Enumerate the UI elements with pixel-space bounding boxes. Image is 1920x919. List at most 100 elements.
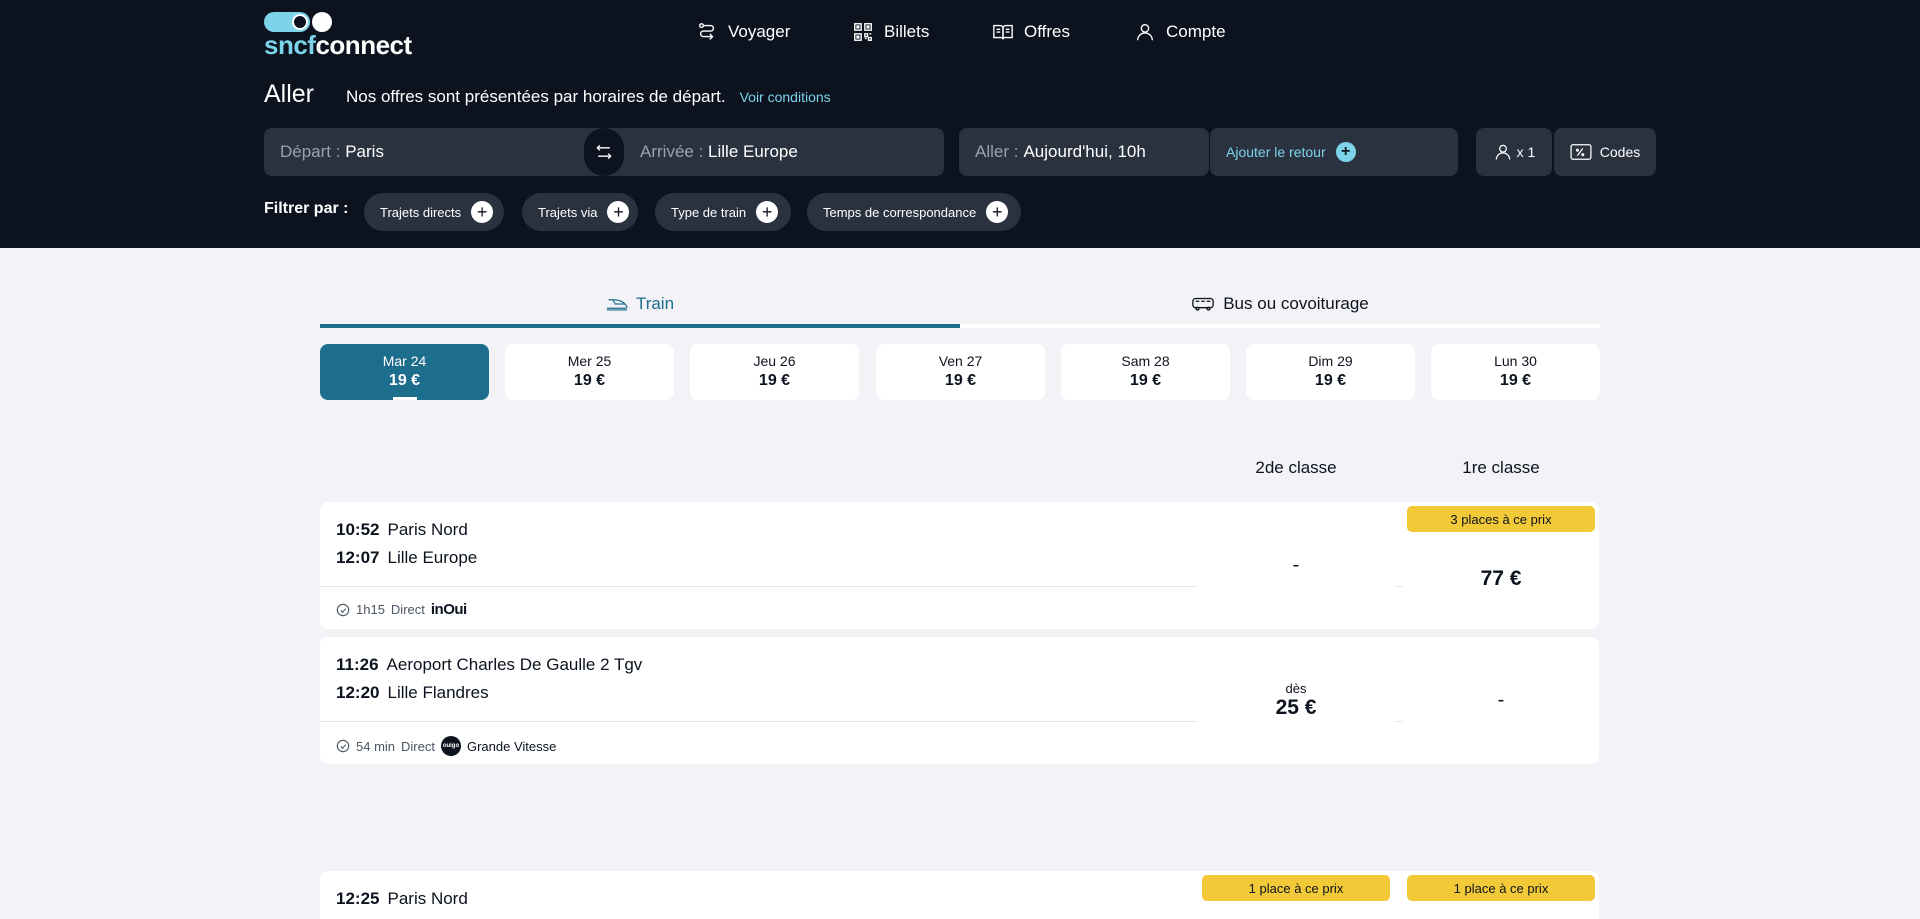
header: sncfconnect Voyager Billets Offres Compt… (0, 0, 1920, 248)
first-class-price-cell[interactable]: 1 place à ce prix (1403, 871, 1599, 919)
arrival-station: Lille Europe (387, 548, 478, 567)
date-price: 19 € (944, 372, 977, 389)
nav-compte-label: Compte (1166, 22, 1226, 41)
date-label: Lun 30 (1494, 353, 1537, 369)
logo-text-sncf: sncf (264, 30, 316, 60)
arrivee-value: Lille Europe (708, 142, 798, 161)
nav-voyager[interactable]: Voyager (696, 18, 790, 46)
route-icon (698, 23, 715, 40)
first-class-price-cell[interactable]: - (1403, 637, 1599, 764)
nav-billets-label: Billets (884, 22, 930, 41)
arrival-station: Lille Flandres (387, 683, 489, 702)
journey-type: Direct (390, 602, 425, 617)
ouigo-logo-icon: ouigo (440, 736, 461, 756)
nav-billets[interactable]: Billets (852, 18, 929, 46)
book-icon (993, 24, 1013, 40)
swap-icon (596, 144, 612, 160)
filter-chip-trajets-via[interactable]: Trajets via + (522, 193, 638, 231)
date-price: 19 € (573, 372, 606, 389)
price: 25 € (1275, 696, 1317, 719)
filter-chip-trajets-directs[interactable]: Trajets directs + (364, 193, 504, 231)
date-card-mar-24[interactable]: Mar 24 19 € (320, 344, 489, 400)
nav-offres-label: Offres (1024, 22, 1070, 41)
filter-chip-label: Type de train (671, 204, 747, 220)
nav-compte[interactable]: Compte (1134, 18, 1226, 46)
date-price: 19 € (1129, 372, 1162, 389)
departure-time: 12:25 (336, 889, 380, 908)
direction-description: Nos offres sont présentées par horaires … (346, 87, 726, 106)
aller-value: Aujourd'hui, 10h (1023, 142, 1146, 161)
plus-icon: + (756, 201, 779, 223)
discount-card-icon (1570, 144, 1592, 160)
arrivee-label: Arrivée : (640, 142, 704, 161)
conditions-link[interactable]: Voir conditions (740, 89, 831, 105)
arrival-time: 12:20 (336, 683, 380, 702)
tab-train-label: Train (635, 294, 675, 313)
logo-text-connect: connect (315, 30, 412, 60)
depart-value: Paris (345, 142, 384, 161)
clock-icon (336, 603, 350, 616)
date-card-lun-30[interactable]: Lun 30 19 € (1431, 344, 1600, 400)
journey-meta: 1h15 Direct inOui (336, 601, 467, 618)
bus-icon (1192, 297, 1215, 311)
date-price: 19 € (758, 372, 791, 389)
second-class-price-cell[interactable]: - (1198, 502, 1394, 629)
departure-station: Aeroport Charles De Gaulle 2 Tgv (386, 655, 643, 674)
add-return-field[interactable]: Ajouter le retour + (1210, 128, 1458, 176)
departure-time: 11:26 (336, 655, 379, 674)
date-card-jeu-26[interactable]: Jeu 26 19 € (690, 344, 859, 400)
date-price: 19 € (388, 372, 421, 389)
first-class-price-cell[interactable]: 3 places à ce prix 77 € (1403, 502, 1599, 629)
arrivee-field[interactable]: Arrivée : Lille Europe (640, 142, 798, 162)
arrival-time: 12:07 (336, 548, 380, 567)
codes-button[interactable]: Codes (1554, 128, 1656, 176)
inoui-logo: inOui (430, 601, 467, 618)
price-unavailable: - (1292, 554, 1300, 576)
filter-chip-type-de-train[interactable]: Type de train + (655, 193, 791, 231)
clock-icon (336, 739, 350, 753)
tab-bus[interactable]: Bus ou covoiturage (960, 292, 1600, 316)
mode-tabs: Train Bus ou covoiturage (320, 292, 1600, 328)
operator-name: Grande Vitesse (466, 738, 557, 754)
departure-station: Paris Nord (387, 520, 468, 539)
user-icon (1136, 23, 1154, 41)
plus-icon: + (471, 201, 494, 223)
filter-chip-label: Trajets via (538, 204, 598, 220)
filter-chip-temps-de-correspondance[interactable]: Temps de correspondance + (807, 193, 1021, 231)
second-class-price-cell[interactable]: 1 place à ce prix (1198, 871, 1394, 919)
second-class-price-cell[interactable]: dès 25 € (1198, 637, 1394, 764)
aller-label: Aller : (975, 142, 1019, 161)
aller-date-field[interactable]: Aller : Aujourd'hui, 10h (959, 128, 1209, 176)
passengers-button[interactable]: x 1 (1476, 128, 1552, 176)
departure-line: 12:25 Paris Nord (336, 889, 468, 909)
journey-duration: 54 min (356, 738, 396, 754)
qr-code-icon (854, 23, 872, 41)
journey-meta: 54 min Direct ouigo Grande Vitesse (336, 736, 556, 756)
second-class-header: 2de classe (1255, 458, 1337, 477)
date-card-ven-27[interactable]: Ven 27 19 € (876, 344, 1045, 400)
depart-field[interactable]: Départ : Paris (280, 142, 384, 162)
date-card-sam-28[interactable]: Sam 28 19 € (1061, 344, 1230, 400)
logo-mark-icon (264, 12, 332, 32)
date-label: Sam 28 (1121, 353, 1170, 369)
tab-train[interactable]: Train (320, 292, 960, 316)
date-label: Mar 24 (382, 353, 427, 369)
arrival-line: 12:07 Lille Europe (336, 548, 477, 568)
nav-offres[interactable]: Offres (992, 18, 1070, 46)
date-card-dim-29[interactable]: Dim 29 19 € (1246, 344, 1415, 400)
availability-badge: 1 place à ce prix (1202, 875, 1390, 901)
date-label: Mer 25 (567, 353, 612, 369)
sncf-connect-logo[interactable]: sncfconnect (264, 12, 412, 60)
nav-voyager-label: Voyager (728, 22, 791, 41)
passengers-count: x 1 (1516, 144, 1536, 160)
date-price: 19 € (1499, 372, 1532, 389)
codes-label: Codes (1599, 144, 1641, 160)
price-prefix: dès (1285, 681, 1307, 696)
date-card-mer-25[interactable]: Mer 25 19 € (505, 344, 674, 400)
price: 77 € (1480, 566, 1522, 590)
add-return-plus-icon: + (1335, 142, 1356, 162)
departure-station: Paris Nord (387, 889, 468, 908)
plus-icon: + (986, 201, 1009, 223)
depart-label: Départ : (280, 142, 341, 161)
swap-stations-button[interactable] (584, 128, 624, 176)
